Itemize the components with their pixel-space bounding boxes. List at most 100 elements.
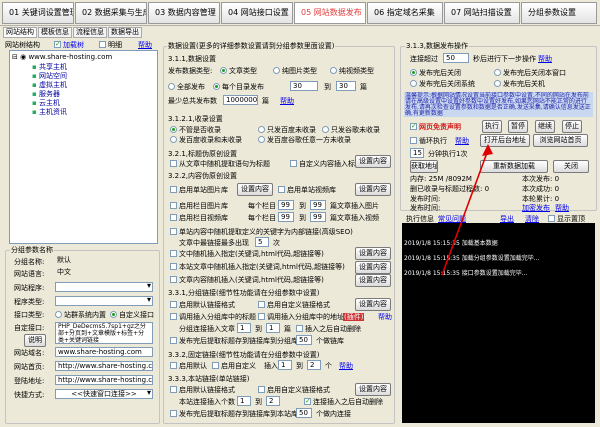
auto-delete-checkbox[interactable] — [296, 325, 303, 332]
subtab-export[interactable]: 数据导出 — [108, 27, 142, 38]
fixed-max[interactable]: 2 — [307, 360, 321, 370]
per-dir-min[interactable]: 30 — [290, 81, 318, 91]
title-insert-checkbox[interactable] — [290, 160, 297, 167]
tree-item[interactable]: ▪ 共享主机 — [32, 63, 67, 72]
interval-field[interactable]: 50 — [443, 53, 469, 63]
inc-any-radio[interactable] — [170, 126, 177, 133]
site-image-checkbox[interactable] — [170, 186, 177, 193]
custom-interface-radio[interactable] — [110, 311, 117, 318]
loop-checkbox[interactable] — [410, 137, 417, 144]
link-count-field[interactable]: 50 — [296, 335, 312, 345]
content-insert-checkbox[interactable] — [170, 276, 177, 283]
set-content-button[interactable]: 设置内容 — [237, 183, 273, 196]
fixed-min[interactable]: 1 — [278, 360, 292, 370]
after-close-system-radio[interactable] — [410, 80, 417, 87]
set-content-button[interactable]: 设置内容 — [355, 261, 391, 274]
plugin-help-link[interactable]: 帮助 — [378, 313, 392, 321]
article-type-radio[interactable] — [220, 67, 227, 74]
tree-item[interactable]: ▪ 主机资讯 — [32, 108, 67, 117]
data-help-link[interactable]: 帮助 — [280, 97, 294, 105]
inc-baidu-radio[interactable] — [258, 126, 265, 133]
tab-publish[interactable]: 05 网站数据发布 — [294, 2, 366, 24]
run-button[interactable]: 执行 — [482, 120, 502, 133]
tree-item[interactable]: ▪ 服务器 — [32, 90, 60, 99]
site-extract-checkbox[interactable] — [170, 410, 177, 417]
tree-item[interactable]: ▪ 网站空间 — [32, 72, 67, 81]
site-video-checkbox[interactable] — [278, 186, 285, 193]
detail-checkbox[interactable] — [99, 41, 106, 48]
set-content-button[interactable]: 设置内容 — [355, 183, 391, 196]
fixed-default-checkbox[interactable] — [170, 362, 177, 369]
site-default-checkbox[interactable] — [170, 386, 177, 393]
export-link[interactable]: 导出 — [500, 215, 514, 223]
recheck-checkbox[interactable] — [410, 122, 417, 130]
subtab-template[interactable]: 模板信息 — [38, 27, 72, 38]
min-total-field[interactable]: 1000000 — [223, 95, 258, 105]
tab-group[interactable]: 分组参数设置 — [521, 2, 597, 24]
browse-home-button[interactable]: 浏览网站首页 — [533, 134, 588, 147]
close-button[interactable]: 关闭 — [553, 160, 589, 173]
image-type-radio[interactable] — [273, 67, 280, 74]
col-video-max[interactable]: 99 — [310, 212, 326, 222]
site-tree[interactable]: ⊟ ◉ www.share-hosting.com ▪ 共享主机 ▪ 网站空间 … — [9, 50, 158, 244]
tree-help-link[interactable]: 帮助 — [138, 41, 152, 49]
random-insert-checkbox[interactable] — [170, 250, 177, 257]
encrypt-publish-link[interactable]: 加密发布 — [522, 204, 550, 212]
domain-field[interactable]: www.share-hosting.com — [55, 347, 153, 357]
video-type-radio[interactable] — [330, 67, 337, 74]
set-content-button[interactable]: 设置内容 — [355, 247, 391, 260]
inc-both-radio[interactable] — [170, 136, 177, 143]
site-insert-checkbox[interactable] — [170, 263, 177, 270]
per-dir-radio[interactable] — [213, 83, 220, 90]
builtin-interface-radio[interactable] — [55, 311, 62, 318]
site-auto-delete-checkbox[interactable] — [304, 397, 311, 405]
login-field[interactable]: http://www.share-hosting.com — [55, 375, 153, 385]
encrypt-help-link[interactable]: 帮助 — [555, 204, 569, 212]
fixed-help-link[interactable]: 帮助 — [339, 362, 353, 370]
after-shutdown-radio[interactable] — [494, 80, 501, 87]
link-max-field[interactable]: 5 — [255, 237, 269, 247]
inc-either-radio[interactable] — [258, 136, 265, 143]
site-link-min[interactable]: 1 — [237, 396, 251, 406]
tab-interface[interactable]: 04 网站接口设置 — [221, 2, 293, 24]
col-video-min[interactable]: 99 — [278, 212, 294, 222]
home-field[interactable]: http://www.share-hosting.com — [55, 361, 153, 371]
publish-help-link[interactable]: 帮助 — [538, 55, 552, 63]
set-content-button[interactable]: 设置内容 — [355, 274, 391, 287]
tab-collect[interactable]: 02 数据采集与生成 — [75, 2, 147, 24]
title-set-button[interactable]: 设置内容 — [355, 155, 391, 168]
site-program-select[interactable] — [55, 282, 153, 292]
site-link-store-field[interactable]: 50 — [296, 408, 312, 418]
fast-window-select[interactable]: <<快速窗口连接>> — [55, 389, 153, 399]
tab-scan[interactable]: 07 网站扫描设置 — [444, 2, 520, 24]
col-video-checkbox[interactable] — [170, 214, 177, 221]
internal-link-checkbox[interactable] — [170, 228, 177, 235]
pause-button[interactable]: 暂停 — [508, 120, 528, 133]
set-content-button[interactable]: 设置内容 — [355, 383, 391, 396]
site-link-max[interactable]: 2 — [266, 396, 280, 406]
resume-button[interactable]: 继续 — [535, 120, 555, 133]
fixed-custom-checkbox[interactable] — [212, 362, 219, 369]
custom-interface-desc[interactable]: PHP_DeDecms5.7sp1+gz之分部+分页到+文章模版+标签+分类+关… — [55, 322, 153, 344]
tree-item[interactable]: ▪ 虚拟主机 — [32, 81, 67, 90]
clear-link[interactable]: 清除 — [525, 215, 539, 223]
title-extract-checkbox[interactable] — [170, 160, 177, 167]
tab-domain[interactable]: 06 指定域名采集 — [367, 2, 443, 24]
group-custom-checkbox[interactable] — [258, 301, 265, 308]
program-type-select[interactable] — [55, 296, 153, 306]
publish-all-radio[interactable] — [168, 83, 175, 90]
tab-keywords[interactable]: 01 关键词设置管理 — [2, 2, 74, 24]
every-field[interactable]: 15 — [410, 148, 424, 158]
extract-title-checkbox[interactable] — [170, 337, 177, 344]
tree-item[interactable]: ▪ 云主机 — [32, 99, 60, 108]
group-title-checkbox[interactable] — [170, 313, 177, 320]
group-addr-checkbox[interactable] — [258, 313, 265, 320]
group-default-checkbox[interactable] — [170, 301, 177, 308]
tree-root[interactable]: ⊟ ◉ www.share-hosting.com — [12, 53, 112, 62]
after-close-window-radio[interactable] — [494, 69, 501, 76]
subtab-process[interactable]: 流程信息 — [73, 27, 107, 38]
pin-top-checkbox[interactable] — [548, 215, 555, 222]
after-close-radio[interactable] — [410, 69, 417, 76]
col-image-min[interactable]: 99 — [278, 200, 294, 210]
col-image-max[interactable]: 99 — [310, 200, 326, 210]
